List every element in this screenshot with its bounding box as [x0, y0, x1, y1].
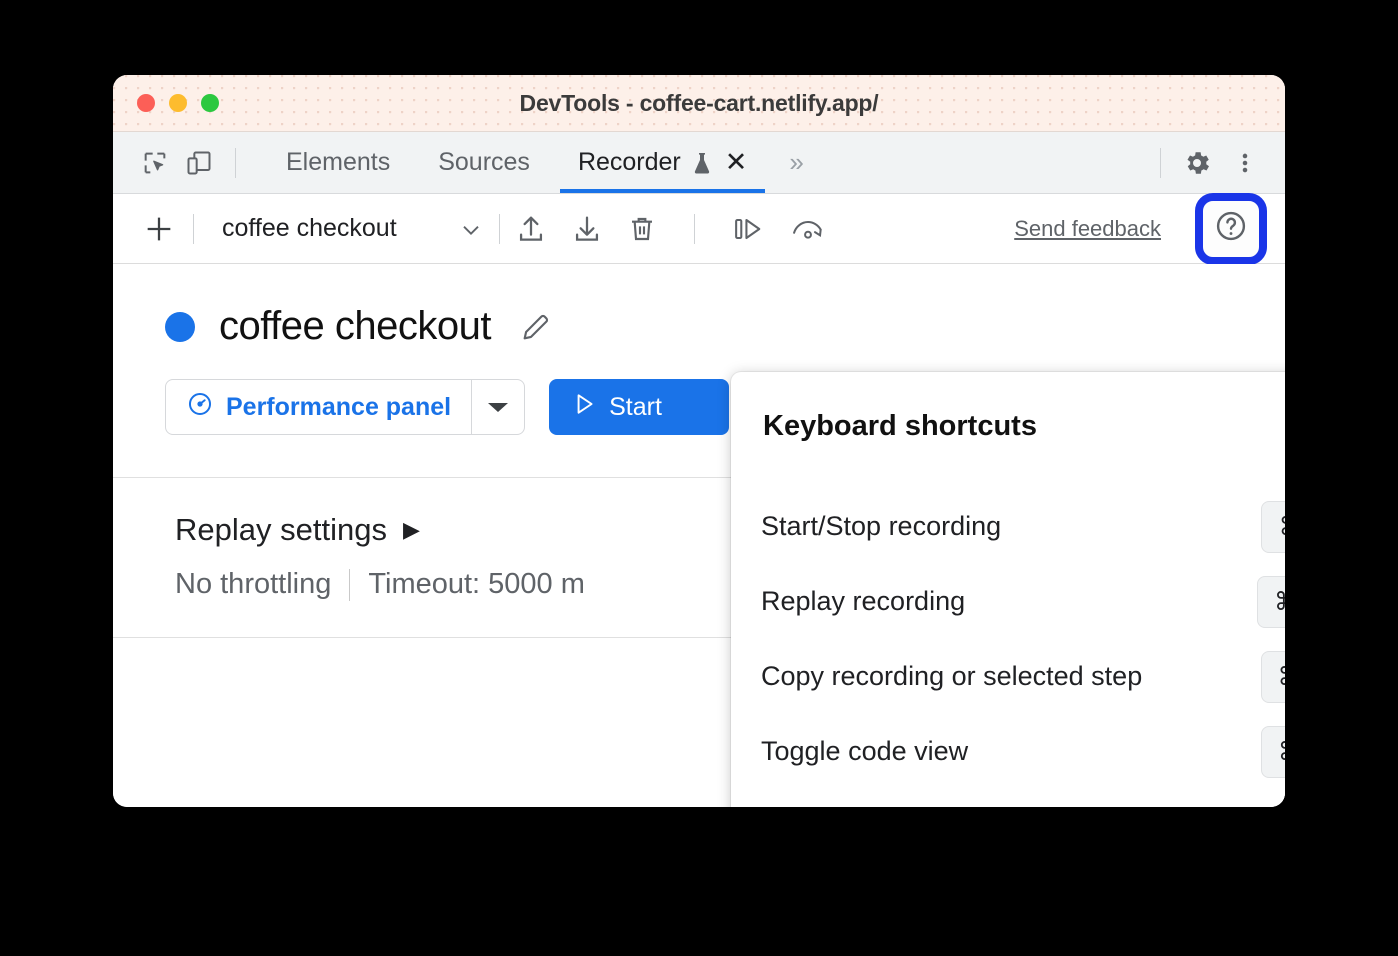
summary-divider [349, 569, 350, 601]
replay-start-button[interactable]: Start [549, 379, 729, 435]
modifier-key: ⌘ [1278, 662, 1285, 691]
shortcut-label: Replay recording [761, 586, 965, 617]
replay-settings-label: Replay settings [175, 512, 387, 548]
recording-title: coffee checkout [219, 304, 491, 349]
window-titlebar: DevTools - coffee-cart.netlify.app/ [113, 75, 1285, 132]
toolbar-divider-2 [499, 214, 500, 244]
modifier-key: ⌘ [1279, 512, 1285, 541]
device-toolbar-icon[interactable] [177, 141, 221, 185]
shortcut-label: Copy recording or selected step [761, 661, 1142, 692]
performance-panel-button[interactable]: Performance panel [165, 379, 525, 435]
replay-start-label: Start [609, 393, 662, 422]
tab-recorder-label: Recorder [578, 148, 681, 177]
tab-sources-label: Sources [438, 148, 530, 177]
step-over-icon[interactable] [731, 212, 767, 246]
export-icon[interactable] [514, 212, 548, 246]
kebab-menu-icon[interactable] [1223, 141, 1267, 185]
popup-title: Keyboard shortcuts [763, 410, 1037, 443]
tabbar-right-divider [1160, 148, 1161, 178]
help-question-icon [1213, 208, 1249, 249]
devtools-tabs: Elements Sources Recorder ✕ » [262, 132, 822, 193]
chevron-down-icon [457, 215, 485, 243]
modifier-key: ⌘ [1278, 737, 1285, 766]
minimize-window-button[interactable] [169, 94, 187, 112]
screenshot-stage: DevTools - coffee-cart.netlify.app/ Elem… [0, 0, 1398, 956]
tabbar-divider [235, 148, 236, 178]
import-icon[interactable] [570, 212, 604, 246]
performance-gauge-icon [186, 390, 214, 425]
shortcut-keycap: ⌘ C [1261, 651, 1285, 703]
toolbar-divider-3 [694, 214, 695, 244]
replay-icon[interactable] [789, 213, 827, 245]
recording-status-dot [165, 312, 195, 342]
shortcut-keycap: ⌘ B [1261, 726, 1285, 778]
close-recorder-tab-icon[interactable]: ✕ [725, 149, 748, 176]
list-item: Start/Stop recording ⌘ E [761, 489, 1285, 564]
tab-elements[interactable]: Elements [262, 132, 414, 193]
recording-header: coffee checkout [113, 264, 1285, 349]
devtools-window: DevTools - coffee-cart.netlify.app/ Elem… [113, 75, 1285, 807]
list-item: Replay recording ⌘ ↵ [761, 564, 1285, 639]
tab-elements-label: Elements [286, 148, 390, 177]
recorder-tool-icons [514, 212, 827, 246]
modifier-key: ⌘ [1274, 587, 1285, 616]
performance-panel-label: Performance panel [226, 393, 451, 422]
tab-sources[interactable]: Sources [414, 132, 554, 193]
more-tabs-icon[interactable]: » [771, 147, 821, 178]
tabbar-right-actions [1160, 132, 1267, 193]
recorder-toolbar: coffee checkout [113, 194, 1285, 264]
popup-header: Keyboard shortcuts ✕ [731, 372, 1285, 443]
experiment-flask-icon [691, 151, 713, 175]
close-window-button[interactable] [137, 94, 155, 112]
keyboard-shortcuts-popup: Keyboard shortcuts ✕ Start/Stop recordin… [731, 372, 1285, 807]
chevron-right-icon: ▶ [403, 517, 420, 543]
shortcut-list: Start/Stop recording ⌘ E Replay recordin… [731, 443, 1285, 789]
devtools-tabbar: Elements Sources Recorder ✕ » [113, 132, 1285, 194]
zoom-window-button[interactable] [201, 94, 219, 112]
help-button[interactable] [1195, 193, 1267, 265]
performance-panel-main[interactable]: Performance panel [166, 380, 471, 434]
send-feedback-link[interactable]: Send feedback [1014, 216, 1161, 242]
timeout-value: Timeout: 5000 m [368, 568, 585, 601]
throttling-value: No throttling [175, 568, 331, 601]
list-item: Copy recording or selected step ⌘ C [761, 639, 1285, 714]
traffic-lights [137, 94, 219, 112]
shortcut-label: Toggle code view [761, 736, 968, 767]
play-icon [571, 391, 597, 424]
list-item: Toggle code view ⌘ B [761, 714, 1285, 789]
create-recording-button[interactable] [139, 209, 179, 249]
pencil-icon[interactable] [519, 310, 553, 344]
delete-icon[interactable] [626, 213, 658, 245]
performance-dropdown-icon[interactable] [472, 380, 524, 434]
recording-selector-label: coffee checkout [222, 214, 397, 243]
shortcut-keycap: ⌘ E [1261, 501, 1285, 553]
tab-recorder[interactable]: Recorder ✕ [554, 132, 771, 193]
gear-icon[interactable] [1175, 141, 1219, 185]
shortcut-keycap: ⌘ ↵ [1257, 576, 1285, 628]
window-title: DevTools - coffee-cart.netlify.app/ [113, 90, 1285, 117]
toolbar-divider-1 [193, 214, 194, 244]
recording-selector[interactable]: coffee checkout [222, 214, 485, 243]
inspect-element-icon[interactable] [133, 141, 177, 185]
shortcut-label: Start/Stop recording [761, 511, 1001, 542]
